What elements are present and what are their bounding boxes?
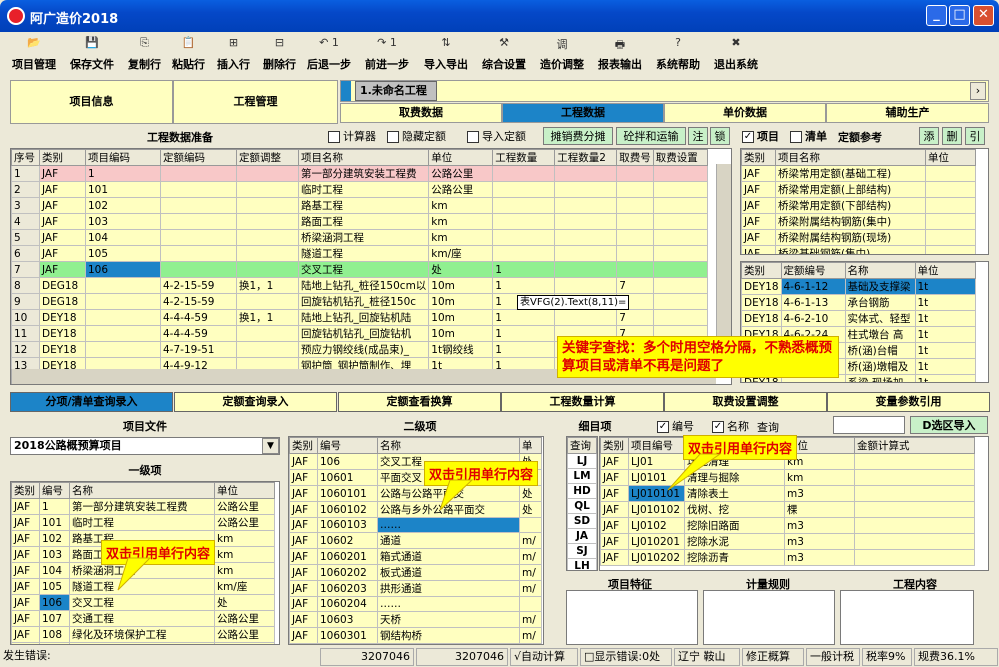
callout-arrow-level2 <box>439 479 474 511</box>
status-error: 发生错误: <box>3 649 51 662</box>
status-fee-rate: 规费36.1% <box>914 648 998 666</box>
status-auto-calc[interactable]: √自动计算 <box>510 648 578 666</box>
status-tax-rate: 税率9% <box>862 648 912 666</box>
callout-arrow-detail <box>667 453 722 491</box>
status-number-2: 3207046 <box>416 648 508 666</box>
status-show-errors[interactable]: □显示错误:0处 <box>580 648 672 666</box>
status-tax-mode: 一般计税 <box>806 648 860 666</box>
callout-arrows <box>117 453 722 591</box>
callout-arrow-level1 <box>117 557 152 591</box>
status-number-1: 3207046 <box>320 648 414 666</box>
status-region: 辽宁 鞍山 <box>674 648 740 666</box>
status-estimate-mode: 修正概算 <box>742 648 804 666</box>
